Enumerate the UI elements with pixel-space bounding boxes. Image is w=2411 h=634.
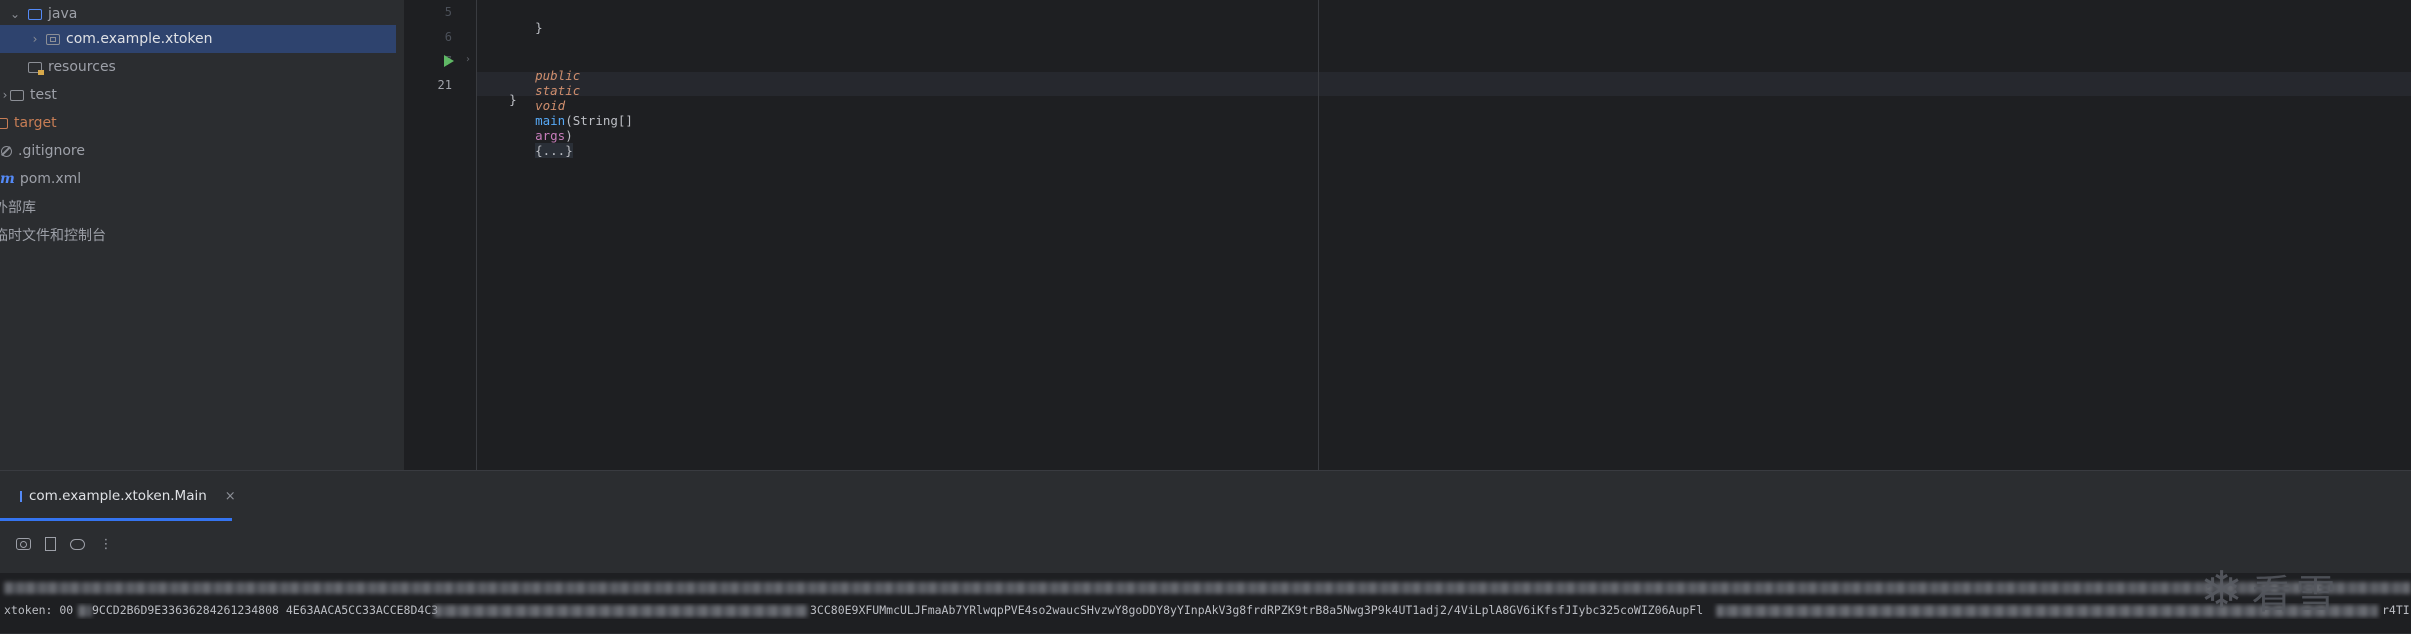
run-tab[interactable]: com.example.xtoken.Main × [0,471,236,521]
source-folder-icon [28,8,42,20]
watermark-text: 看雪 [2251,572,2340,618]
tree-item-label: 外部库 [0,200,36,216]
active-tab-indicator [0,518,232,521]
tree-item-test[interactable]: › test [0,81,396,109]
right-margin-guide [1318,0,1319,470]
folded-code-region[interactable]: {...} [535,143,573,158]
tree-item-package[interactable]: › com.example.xtoken [0,25,396,53]
run-toolbar: ⋮ [16,537,113,552]
output-text: xtoken: 00 [4,603,74,617]
chevron-down-icon[interactable]: ⌄ [8,7,22,21]
tree-item-label: .gitignore [18,143,85,159]
tree-item-gitignore[interactable]: .gitignore [0,137,396,165]
tree-item-pom[interactable]: m pom.xml [0,165,396,193]
code-token: } [509,92,517,107]
line-number: 5 [444,5,452,19]
run-gutter-icon[interactable] [444,55,454,67]
cloud-icon[interactable] [70,538,85,550]
blurred-output-line [4,582,2411,594]
current-line-highlight [477,72,2411,96]
tree-item-label: 临时文件和控制台 [0,228,106,244]
code-token: void [535,98,566,113]
chevron-right-icon[interactable]: › [28,32,42,46]
line-number-current: 21 [437,78,452,92]
output-text: 3CC80E9XFUMmcULJFmaAb7YRlwqpPVE4so2waucS… [810,603,1704,617]
tree-item-label: pom.xml [19,171,82,187]
snowflake-icon: ❄ [2200,561,2244,621]
editor-gutter[interactable]: 5 6 7 › 21 [404,0,477,470]
tree-item-external-libraries[interactable]: 外部库 [0,193,390,221]
code-token: ( [565,113,573,128]
code-line-7: public static void main(String[] args) {… [505,53,633,173]
watermark: ❄ 看雪 [2200,556,2400,626]
code-editor[interactable]: } public static void main(String[] args)… [477,0,2411,470]
package-icon [46,33,60,45]
blurred-region [78,605,92,617]
code-token: public [535,68,581,83]
output-text: 9CCD2B6D9E33636284261234808 4E63AACA5CC3… [92,603,439,617]
tree-item-target[interactable]: target [0,109,396,137]
console-line-xtoken: xtoken: 00 9CCD2B6D9E33636284261234808 4… [4,603,2411,619]
run-tab-label: com.example.xtoken.Main [29,488,207,504]
fold-arrow-icon[interactable]: › [466,54,470,65]
run-config-icon [20,490,22,502]
excluded-folder-icon [0,117,8,129]
code-token: args [535,128,566,143]
tree-item-resources[interactable]: resources [0,53,396,81]
code-token: ) [565,128,573,143]
code-token: main [535,113,566,128]
blurred-region [434,605,808,617]
tree-item-label: test [30,87,57,103]
maven-icon: m [0,171,15,187]
code-line-21: } [479,77,517,122]
close-icon[interactable]: × [225,489,236,504]
tree-item-java[interactable]: ⌄ java [0,0,396,28]
tree-item-scratches[interactable]: 临时文件和控制台 [0,221,390,249]
export-document-icon[interactable] [45,537,56,551]
ignore-file-icon [1,145,12,157]
code-token: String[] [572,113,633,128]
line-number: 6 [444,30,452,44]
code-line-5: } [505,5,543,50]
resources-folder-icon [28,61,44,75]
code-token: static [535,83,581,98]
folder-icon [10,89,24,101]
tree-item-label: java [48,6,78,22]
console-output[interactable]: xtoken: 00 9CCD2B6D9E33636284261234808 4… [0,573,2411,633]
tree-item-label: resources [48,59,116,75]
project-tool-window: ⌄ java › com.example.xtoken resources › … [0,0,405,470]
more-options-icon[interactable]: ⋮ [99,537,113,552]
camera-icon[interactable] [16,538,31,550]
tree-item-label: target [14,115,57,131]
code-token: } [535,20,543,35]
tree-item-label: com.example.xtoken [66,31,213,47]
run-tool-window: com.example.xtoken.Main × ⋮ xtoken: 00 9… [0,470,2411,634]
